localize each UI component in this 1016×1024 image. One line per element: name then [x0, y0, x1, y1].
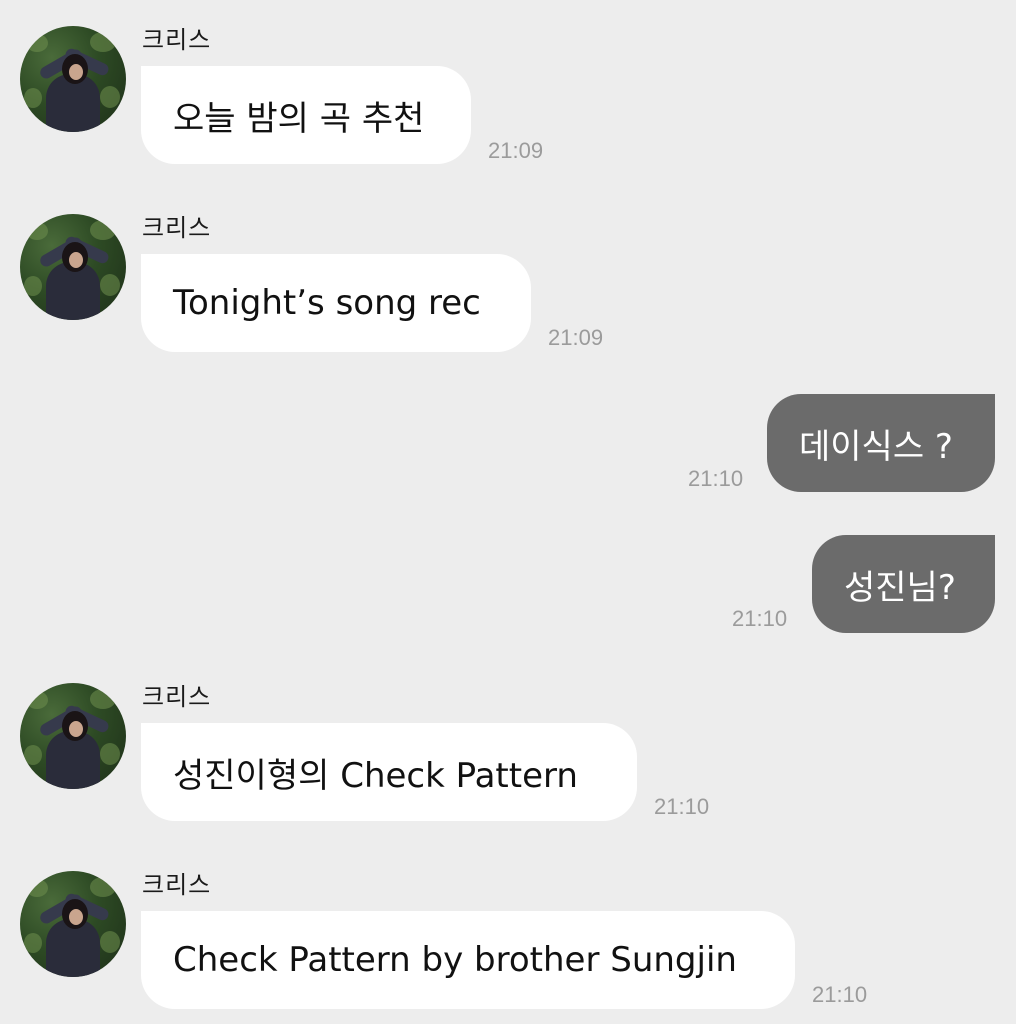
message-time: 21:09	[488, 138, 544, 163]
message-bubble[interactable]: 데이식스 ?	[767, 394, 995, 492]
message-bubble[interactable]: Tonight’s song rec	[141, 254, 531, 352]
message-bubble[interactable]: 성진이형의 Check Pattern	[141, 723, 637, 821]
message-bubble[interactable]: 오늘 밤의 곡 추천	[141, 66, 471, 164]
message-time: 21:10	[812, 982, 868, 1007]
message-time: 21:10	[688, 466, 744, 491]
avatar[interactable]	[20, 871, 126, 977]
sender-name: 크리스	[142, 683, 212, 711]
sender-name: 크리스	[142, 26, 212, 54]
sender-name: 크리스	[142, 214, 212, 242]
message-bubble[interactable]: 성진님?	[812, 535, 995, 633]
message-bubble[interactable]: Check Pattern by brother Sungjin	[141, 911, 795, 1009]
avatar[interactable]	[20, 26, 126, 132]
message-time: 21:09	[548, 325, 604, 350]
chat-thread: 크리스 오늘 밤의 곡 추천 21:09 크리스 Tonight’s song …	[0, 0, 1016, 1024]
avatar[interactable]	[20, 683, 126, 789]
sender-name: 크리스	[142, 871, 212, 899]
message-time: 21:10	[654, 794, 710, 819]
avatar[interactable]	[20, 214, 126, 320]
message-time: 21:10	[732, 606, 788, 631]
